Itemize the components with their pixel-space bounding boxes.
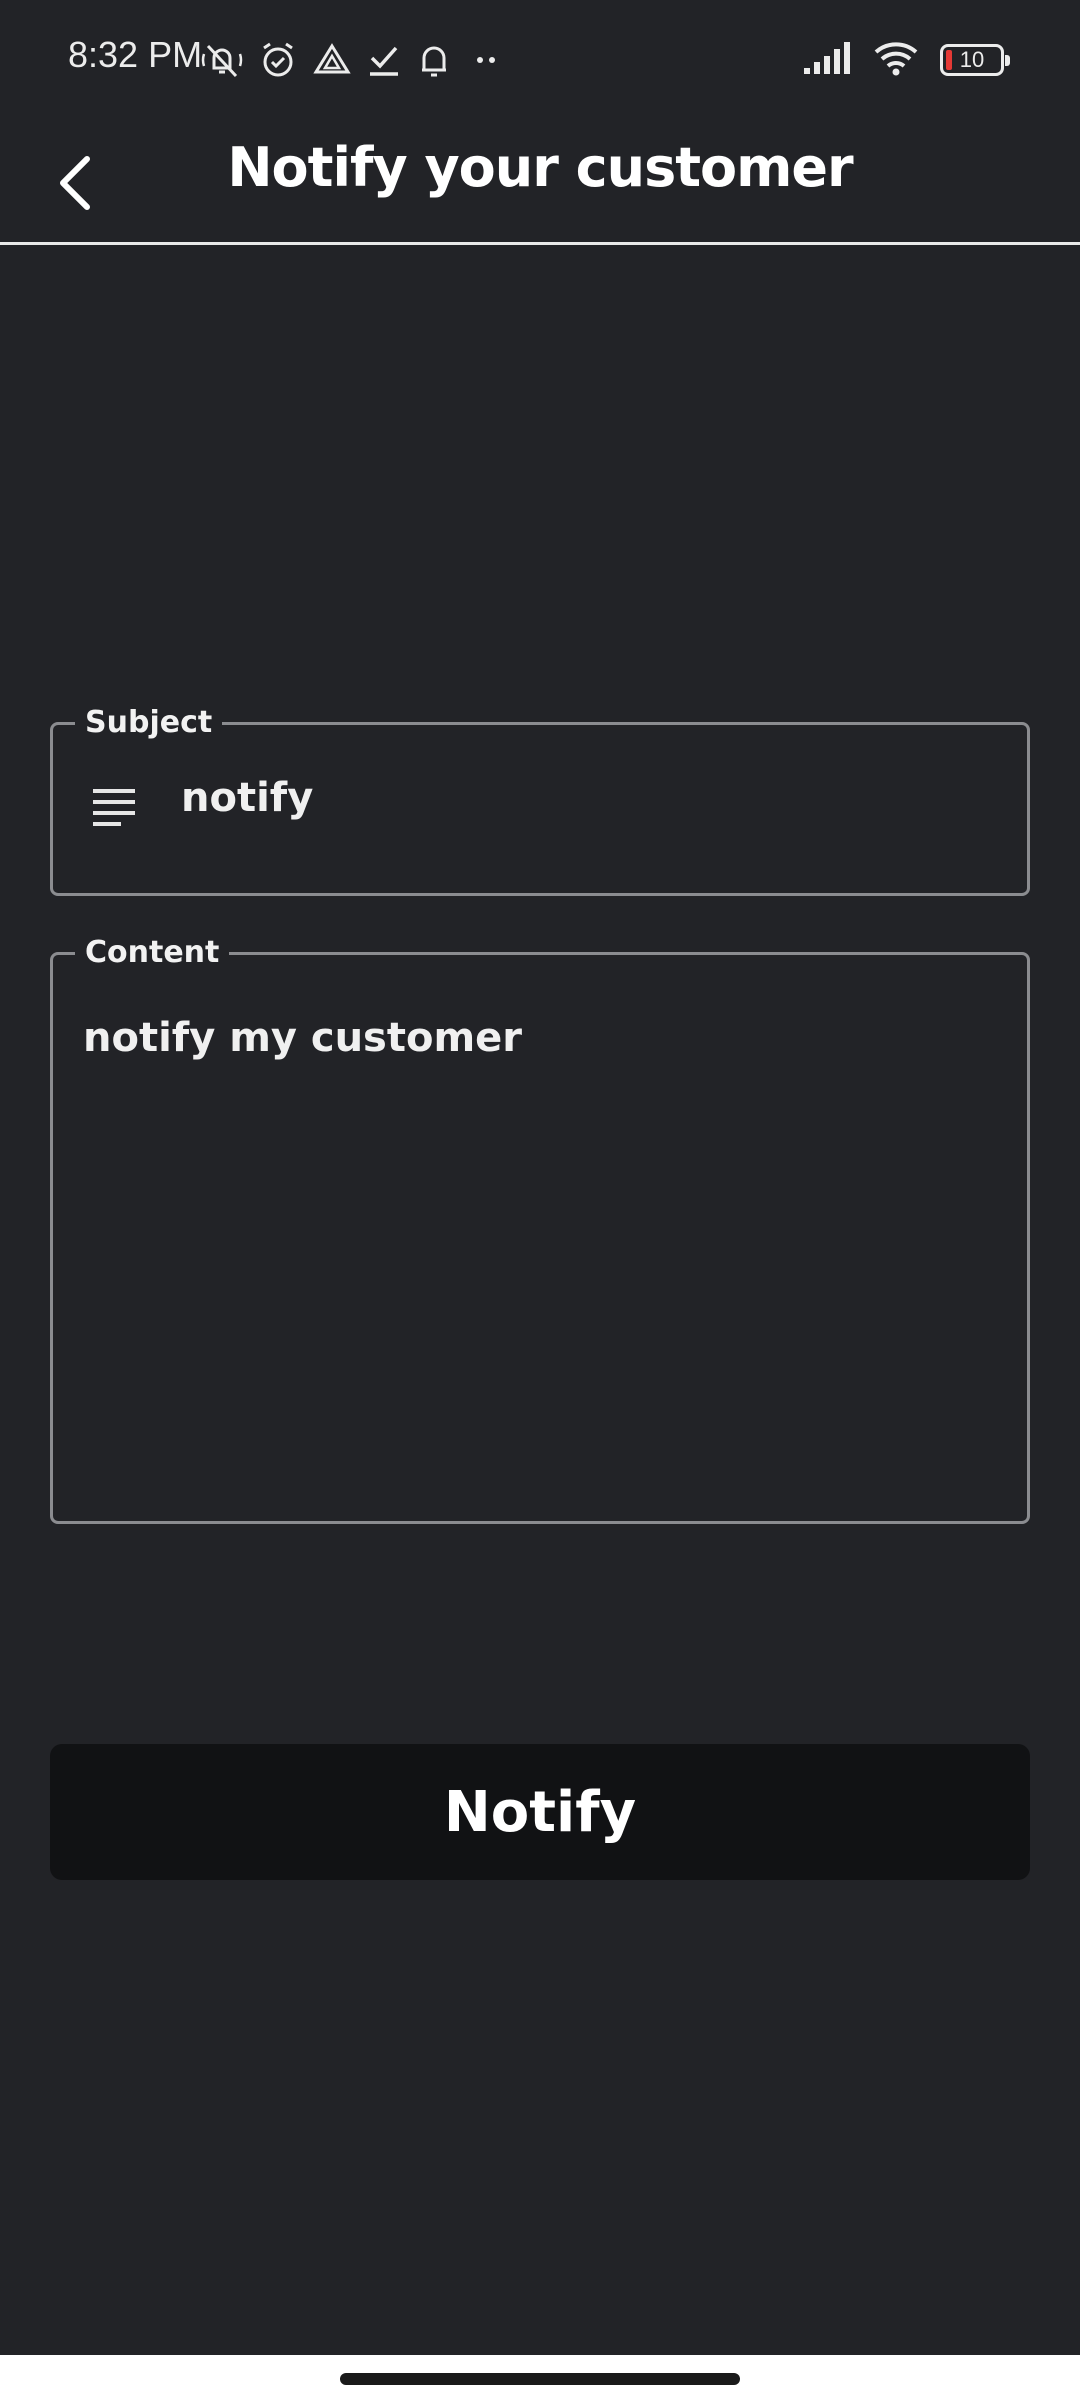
battery-fill	[946, 50, 952, 70]
wifi-icon	[872, 38, 920, 82]
content-textarea[interactable]: notify my customer	[83, 1015, 522, 1061]
alarm-icon	[258, 40, 298, 80]
check-icon	[366, 40, 402, 80]
subject-label: Subject	[75, 703, 223, 743]
drive-icon	[312, 40, 352, 80]
subject-field[interactable]: Subject notify	[50, 703, 1030, 896]
more-dots-icon	[466, 40, 506, 80]
page-title: Notify your customer	[227, 136, 853, 199]
status-icons-left	[200, 38, 506, 82]
content-field[interactable]: Content notify my customer	[50, 933, 1030, 1524]
content-label: Content	[75, 933, 230, 973]
gesture-nav-bar	[0, 2355, 1080, 2400]
subject-input[interactable]: notify	[181, 775, 313, 821]
app-bar-divider	[0, 242, 1080, 245]
app-bar: Notify your customer	[0, 118, 1080, 244]
notification-bell-icon	[416, 40, 452, 80]
battery-icon: 10	[940, 44, 1010, 76]
muted-bell-icon	[200, 38, 244, 82]
battery-level: 10	[959, 47, 985, 72]
screen: 8:32 PM 10 Notify your customer Subject …	[0, 0, 1080, 2400]
signal-icon	[802, 40, 852, 80]
status-bar: 8:32 PM 10	[0, 0, 1080, 118]
status-icons-right: 10	[802, 38, 1010, 82]
status-time: 8:32 PM	[68, 34, 203, 75]
home-indicator[interactable]	[340, 2373, 740, 2385]
text-lines-icon	[91, 787, 137, 835]
notify-button[interactable]: Notify	[50, 1744, 1030, 1880]
